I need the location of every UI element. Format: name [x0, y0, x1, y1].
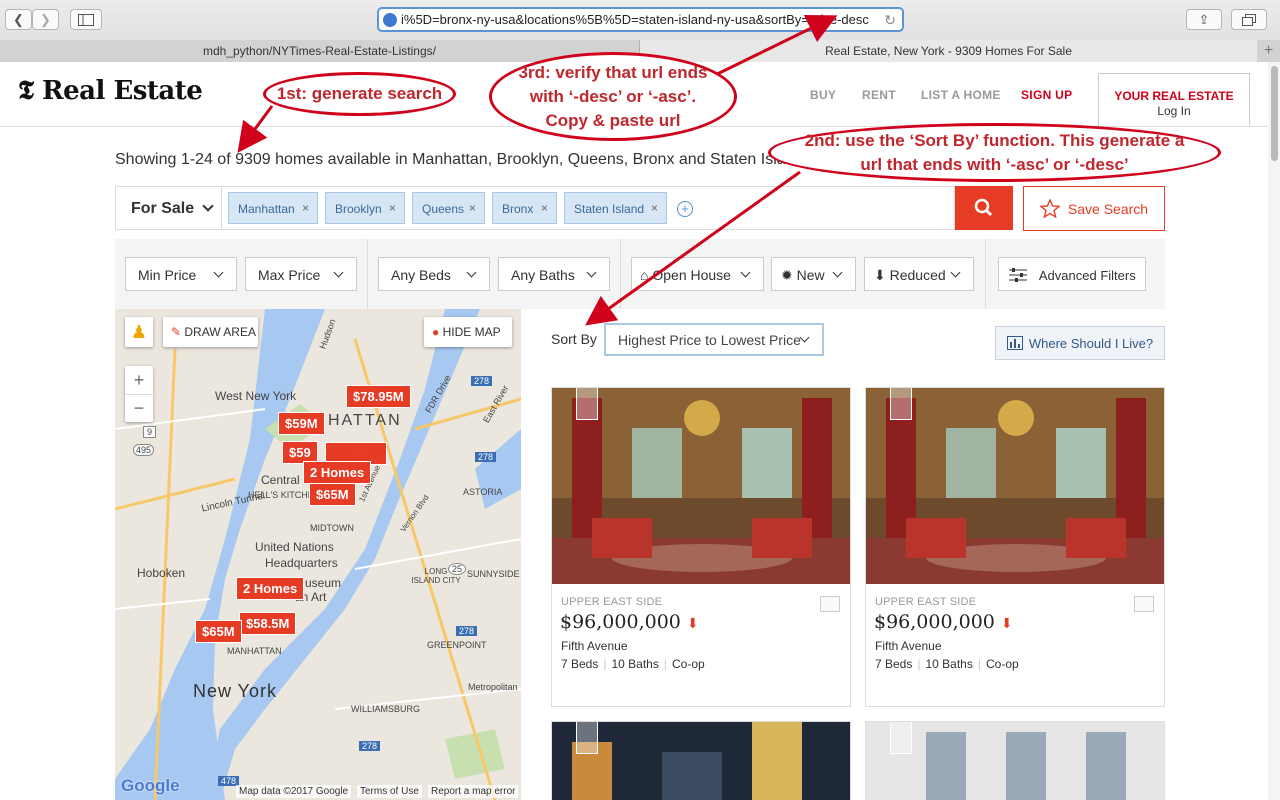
annotation-line: with ‘-desc’ or ‘-asc’.: [529, 86, 697, 106]
screenshot-root: ❮ ❯ i%5D=bronx-ny-usa&locations%5B%5D=st…: [0, 0, 1280, 800]
annotation-step-2: 2nd: use the ‘Sort By’ function. This ge…: [768, 123, 1221, 182]
annotation-line: 3rd: verify that url ends: [518, 62, 708, 82]
annotation-step-1: 1st: generate search: [263, 72, 456, 116]
annotation-step-3: 3rd: verify that url ends with ‘-desc’ o…: [489, 52, 737, 141]
annotation-line: Copy & paste url: [545, 110, 681, 130]
annotation-line: 2nd: use the ‘Sort By’ function. This ge…: [804, 130, 1185, 150]
annotation-line: url that ends with ‘-asc’ or ‘-desc’: [860, 154, 1129, 174]
